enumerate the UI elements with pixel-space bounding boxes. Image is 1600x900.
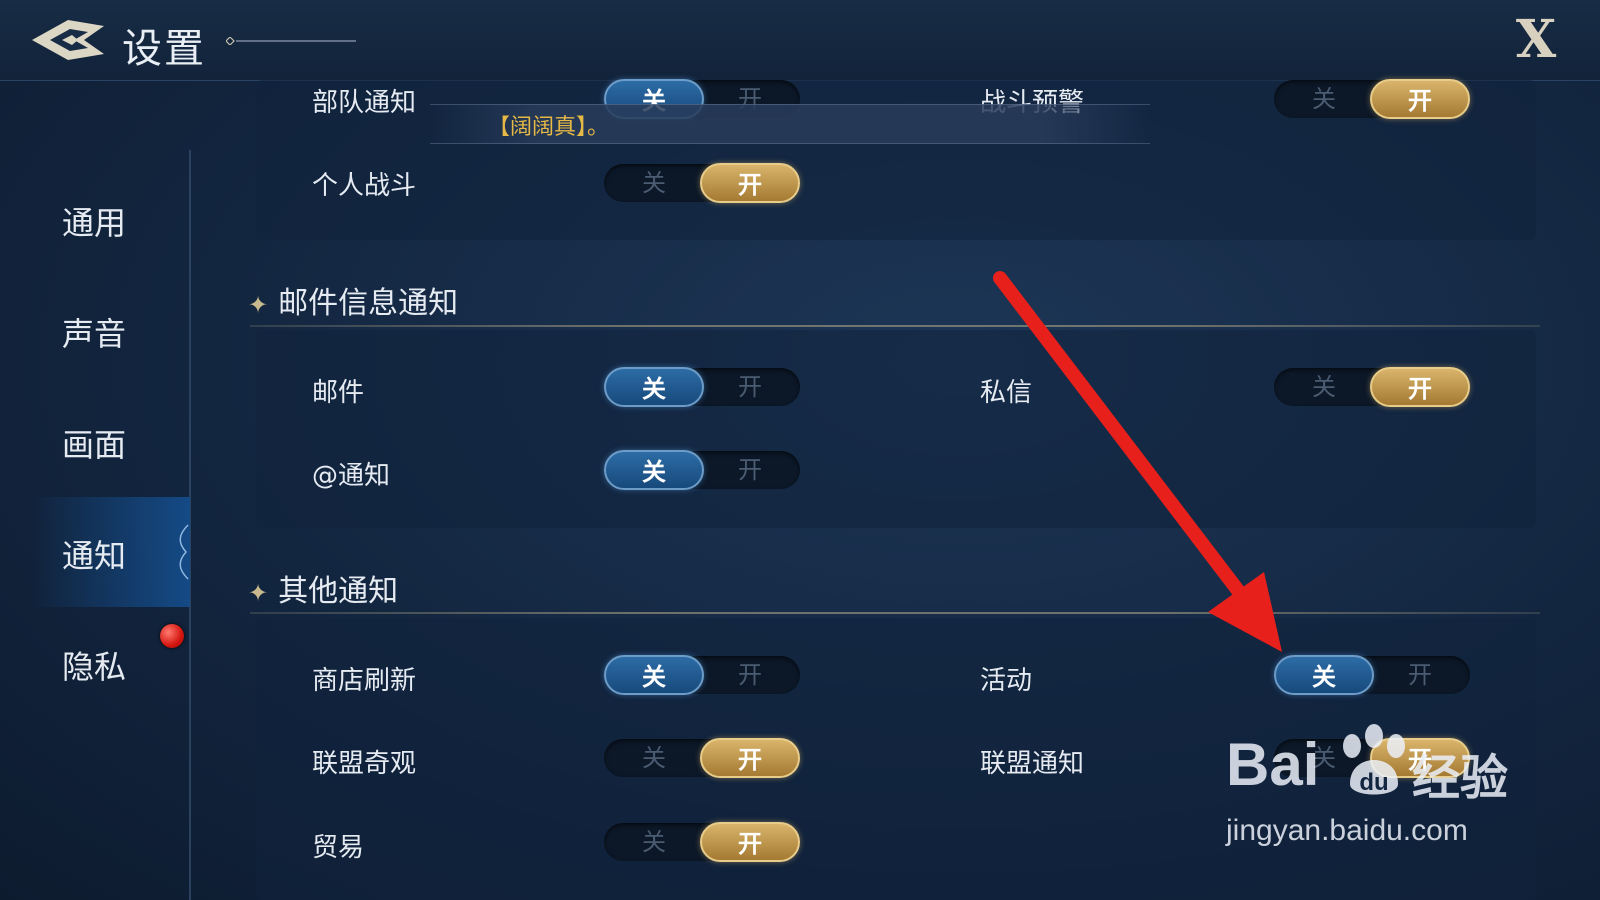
sidebar-item-label: 声音 xyxy=(62,315,127,353)
section-title-text: 邮件信息通知 xyxy=(278,286,459,321)
sidebar-item-label: 画面 xyxy=(62,426,127,464)
section-star-icon: ✦ xyxy=(248,291,269,319)
row-label-alliance-wonder: 联盟奇观 xyxy=(312,749,417,779)
watermark-cn: 经验 xyxy=(1412,750,1509,806)
toggle-on-option[interactable]: 开 xyxy=(700,655,800,695)
row-label-mention: @通知 xyxy=(312,461,391,491)
tooltip-text: 【阔阔真】。 xyxy=(488,115,610,140)
toggle-on-option[interactable]: 开 xyxy=(700,450,800,490)
watermark-logo: Bai xyxy=(1226,731,1320,798)
toggle-on-option[interactable]: 开 xyxy=(700,822,800,862)
toggle-off-option[interactable]: 关 xyxy=(1274,79,1374,119)
toggle-battle-warning[interactable]: 关 开 xyxy=(1274,79,1470,119)
toggle-personal-battle[interactable]: 关 开 xyxy=(604,163,800,203)
tooltip-banner: 【阔阔真】。 xyxy=(430,104,1150,144)
title-ornament-icon xyxy=(226,37,356,45)
toggle-off-option[interactable]: 关 xyxy=(604,367,704,407)
toggle-off-option[interactable]: 关 xyxy=(1274,655,1374,695)
toggle-off-option[interactable]: 关 xyxy=(1274,367,1374,407)
sidebar-item-label: 隐私 xyxy=(62,648,127,686)
sidebar-item-sound[interactable]: 声音 xyxy=(30,275,190,385)
baidu-watermark: Bai du 经验 jingyan.baidu.com xyxy=(1226,724,1526,860)
toggle-mail[interactable]: 关 开 xyxy=(604,367,800,407)
row-label-mail: 邮件 xyxy=(312,378,365,408)
page-title: 设置 xyxy=(122,26,206,72)
toggle-off-option[interactable]: 关 xyxy=(604,738,704,778)
row-label-event: 活动 xyxy=(980,666,1033,696)
toggle-private-message[interactable]: 关 开 xyxy=(1274,367,1470,407)
row-label-personal-battle: 个人战斗 xyxy=(312,171,417,201)
toggle-on-option[interactable]: 开 xyxy=(1370,655,1470,695)
toggle-on-option[interactable]: 开 xyxy=(700,367,800,407)
toggle-on-option[interactable]: 开 xyxy=(1370,367,1470,407)
row-label-trade: 贸易 xyxy=(312,833,365,863)
sidebar-item-label: 通用 xyxy=(62,204,127,242)
toggle-off-option[interactable]: 关 xyxy=(604,655,704,695)
sidebar-item-notifications[interactable]: 通知 xyxy=(30,497,190,607)
section-title-mail: ✦ 邮件信息通知 xyxy=(248,278,458,322)
paw-icon: du xyxy=(1343,724,1405,796)
close-button[interactable]: X xyxy=(1506,12,1566,68)
active-tab-ornament-icon xyxy=(179,524,189,580)
toggle-off-option[interactable]: 关 xyxy=(604,450,704,490)
svg-text:du: du xyxy=(1359,769,1388,796)
sidebar-item-label: 通知 xyxy=(62,537,127,575)
toggle-event[interactable]: 关 开 xyxy=(1274,655,1470,695)
toggle-shop-refresh[interactable]: 关 开 xyxy=(604,655,800,695)
row-label-alliance-notice: 联盟通知 xyxy=(980,749,1085,779)
row-label-troop-notice: 部队通知 xyxy=(312,88,417,118)
section-star-icon: ✦ xyxy=(248,579,269,607)
toggle-on-option[interactable]: 开 xyxy=(1370,79,1470,119)
sidebar-item-general[interactable]: 通用 xyxy=(30,164,190,274)
toggle-trade[interactable]: 关 开 xyxy=(604,822,800,862)
sidebar-item-display[interactable]: 画面 xyxy=(30,386,190,496)
toggle-mention[interactable]: 关 开 xyxy=(604,450,800,490)
row-label-shop-refresh: 商店刷新 xyxy=(312,666,417,696)
panel-mail xyxy=(256,330,1536,528)
notification-badge-dot xyxy=(160,624,184,648)
section-title-text: 其他通知 xyxy=(278,574,399,609)
section-divider xyxy=(250,325,1540,327)
toggle-off-option[interactable]: 关 xyxy=(604,163,704,203)
watermark-url: jingyan.baidu.com xyxy=(1226,814,1468,847)
top-bar: 设置 X xyxy=(0,0,1600,81)
section-divider xyxy=(250,612,1540,614)
toggle-on-option[interactable]: 开 xyxy=(700,738,800,778)
back-arrow-icon[interactable] xyxy=(28,16,108,64)
toggle-off-option[interactable]: 关 xyxy=(604,822,704,862)
row-label-private-message: 私信 xyxy=(980,378,1033,408)
toggle-alliance-wonder[interactable]: 关 开 xyxy=(604,738,800,778)
toggle-on-option[interactable]: 开 xyxy=(700,163,800,203)
section-title-other: ✦ 其他通知 xyxy=(248,566,398,610)
